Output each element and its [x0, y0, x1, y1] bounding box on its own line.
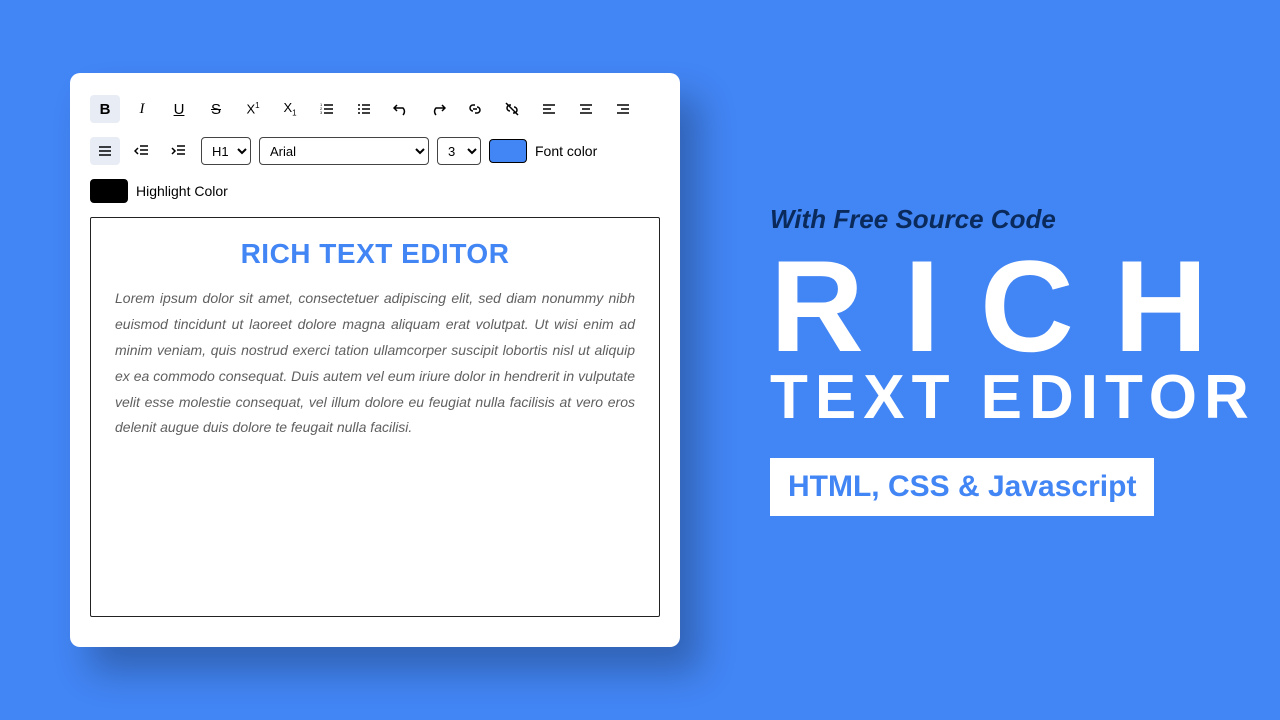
- link-icon: [467, 101, 483, 117]
- undo-button[interactable]: [386, 95, 416, 123]
- size-select[interactable]: 3: [437, 137, 481, 165]
- promo-panel: With Free Source Code RICH TEXT EDITOR H…: [770, 204, 1256, 516]
- indent-icon: [171, 143, 187, 159]
- italic-icon: I: [140, 101, 145, 118]
- ordered-list-icon: 123: [319, 101, 335, 117]
- font-color-label: Font color: [535, 143, 597, 159]
- outdent-button[interactable]: [127, 137, 157, 165]
- content-heading: RICH TEXT EDITOR: [115, 238, 635, 270]
- unordered-list-icon: [356, 101, 372, 117]
- outdent-icon: [134, 143, 150, 159]
- superscript-button[interactable]: X1: [238, 95, 268, 123]
- bold-icon: B: [100, 101, 111, 118]
- italic-button[interactable]: I: [127, 95, 157, 123]
- font-select[interactable]: Arial: [259, 137, 429, 165]
- text-editor-area[interactable]: RICH TEXT EDITOR Lorem ipsum dolor sit a…: [90, 217, 660, 617]
- heading-select[interactable]: H1: [201, 137, 251, 165]
- content-body: Lorem ipsum dolor sit amet, consectetuer…: [115, 286, 635, 441]
- ordered-list-button[interactable]: 123: [312, 95, 342, 123]
- indent-button[interactable]: [164, 137, 194, 165]
- strikethrough-icon: S: [211, 101, 221, 118]
- subscript-button[interactable]: X1: [275, 95, 305, 123]
- align-left-icon: [541, 101, 557, 117]
- promo-title-line1: RICH: [770, 241, 1256, 371]
- align-center-icon: [578, 101, 594, 117]
- highlight-color-label: Highlight Color: [136, 183, 228, 199]
- underline-button[interactable]: U: [164, 95, 194, 123]
- editor-card: B I U S X1 X1 123: [70, 73, 680, 647]
- promo-title-line2: TEXT EDITOR: [770, 365, 1256, 430]
- align-right-button[interactable]: [608, 95, 638, 123]
- strikethrough-button[interactable]: S: [201, 95, 231, 123]
- svg-text:3: 3: [320, 110, 323, 115]
- toolbar: B I U S X1 X1 123: [90, 95, 660, 203]
- unordered-list-button[interactable]: [349, 95, 379, 123]
- align-left-button[interactable]: [534, 95, 564, 123]
- unlink-button[interactable]: [497, 95, 527, 123]
- superscript-icon: X1: [246, 101, 259, 116]
- align-right-icon: [615, 101, 631, 117]
- promo-subtitle: With Free Source Code: [770, 204, 1256, 235]
- font-color-swatch[interactable]: [489, 139, 527, 163]
- link-button[interactable]: [460, 95, 490, 123]
- highlight-color-swatch[interactable]: [90, 179, 128, 203]
- unlink-icon: [504, 101, 520, 117]
- justify-button[interactable]: [90, 137, 120, 165]
- subscript-icon: X1: [283, 100, 296, 118]
- bold-button[interactable]: B: [90, 95, 120, 123]
- redo-button[interactable]: [423, 95, 453, 123]
- underline-icon: U: [174, 101, 185, 118]
- undo-icon: [393, 101, 409, 117]
- justify-icon: [97, 143, 113, 159]
- redo-icon: [430, 101, 446, 117]
- align-center-button[interactable]: [571, 95, 601, 123]
- promo-tag: HTML, CSS & Javascript: [770, 458, 1154, 516]
